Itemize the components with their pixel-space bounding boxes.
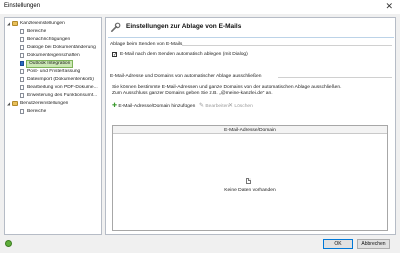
cancel-button[interactable]: Abbrechen <box>357 239 390 249</box>
settings-panel: Einstellungen zur Ablage von E-Mails Abl… <box>105 17 396 235</box>
tree-item-pdf-bearbeitung[interactable]: Bearbeitung von PDF-Dokume... <box>5 84 101 92</box>
wrench-icon <box>111 22 121 32</box>
section-divider <box>182 45 392 46</box>
page-icon <box>20 77 24 82</box>
close-icon[interactable]: ✕ <box>385 1 393 11</box>
collapse-icon[interactable]: ◢ <box>7 21 11 26</box>
outlook-icon <box>20 61 24 66</box>
section-divider <box>278 77 392 78</box>
grid-column-header[interactable]: E-Mail-Adresse/Domain <box>113 126 387 134</box>
tree-item-benachrichtigungen[interactable]: Benachrichtigungen <box>5 36 101 44</box>
folder-icon <box>12 21 18 26</box>
page-icon <box>20 29 24 34</box>
description-line-2: Zum Ausschluss ganzer Domains geben Sie … <box>112 91 273 96</box>
delete-x-icon: ✕ <box>228 103 234 109</box>
tree-item-outlook-integration[interactable]: Outlook Integration <box>5 60 101 68</box>
tree-item-erweiterung[interactable]: Erweiterung des Funktionsumf... <box>5 92 101 100</box>
tree-item-label: Dialoge bei Dokumentänderung <box>27 45 96 50</box>
section-title-senden: Ablage beim Senden von E-Mails <box>110 42 183 47</box>
tree-node-label: Benutzereinstellungen <box>20 101 69 106</box>
tree-item-label: Erweiterung des Funktionsumf... <box>27 93 98 98</box>
tree-item-label: Outlook Integration <box>26 60 74 68</box>
page-icon <box>20 53 24 58</box>
tree-item-label: Benachrichtigungen <box>27 37 71 42</box>
tree-item-label: Dokumenteigenschaften <box>27 53 80 58</box>
delete-label: Löschen <box>234 104 253 109</box>
add-address-label: E-Mail-Adresse/Domain hinzufügen <box>118 104 196 109</box>
auto-ablage-checkbox[interactable]: ✓ <box>112 51 118 58</box>
edit-button[interactable]: ✎ Bearbeiten <box>199 103 229 110</box>
tree-item-dateiimport[interactable]: Dateiimport (Dokumentenkorb) <box>5 76 101 84</box>
tree-item-label: Bearbeitung von PDF-Dokume... <box>27 85 98 90</box>
section-title-ausschliessen: E-Mail-Adresse und Domains von automatis… <box>110 74 262 79</box>
title-bar: Einstellungen ✕ <box>0 0 400 14</box>
tree-node-kanzleieinstellungen[interactable]: ◢ Kanzleieinstellungen <box>5 20 101 28</box>
delete-button[interactable]: ✕ Löschen <box>228 103 253 110</box>
tree-item-label: Bereiche <box>27 109 47 114</box>
collapse-icon[interactable]: ◢ <box>7 101 11 106</box>
column-header-label: E-Mail-Adresse/Domain <box>224 127 276 133</box>
page-icon <box>20 109 24 114</box>
help-icon[interactable] <box>5 240 12 247</box>
page-icon <box>20 93 24 98</box>
page-icon <box>20 69 24 74</box>
window-title: Einstellungen <box>4 3 41 9</box>
page-icon <box>20 85 24 90</box>
panel-title: Einstellungen zur Ablage von E-Mails <box>126 23 242 30</box>
tree-item-label: Bereiche <box>27 29 47 34</box>
add-address-button[interactable]: ✚ E-Mail-Adresse/Domain hinzufügen <box>112 103 195 110</box>
tree-node-label: Kanzleieinstellungen <box>20 21 65 26</box>
page-icon <box>20 45 24 50</box>
ok-button[interactable]: OK <box>323 239 353 249</box>
plus-icon: ✚ <box>112 103 118 109</box>
folder-icon <box>12 101 18 106</box>
tree-item-label: Post- und Fristerfassung <box>27 69 81 74</box>
exclusion-grid[interactable]: E-Mail-Adresse/Domain Keine Daten vorhan… <box>112 125 388 231</box>
tree-item-bereiche[interactable]: Bereiche <box>5 28 101 36</box>
tree-item-user-bereiche[interactable]: Bereiche <box>5 108 101 116</box>
tree-node-benutzereinstellungen[interactable]: ◢ Benutzereinstellungen <box>5 100 101 108</box>
tree-item-label: Dateiimport (Dokumentenkorb) <box>27 77 94 82</box>
header-divider <box>108 37 394 38</box>
tree-item-post-fristerfassung[interactable]: Post- und Fristerfassung <box>5 68 101 76</box>
description-line-1: Sie können bestimmte E-Mail-Adressen und… <box>112 85 342 90</box>
auto-ablage-label[interactable]: E-Mail nach dem Senden automatisch ableg… <box>120 52 248 58</box>
settings-tree: ◢ Kanzleieinstellungen Bereiche Benachri… <box>4 17 102 235</box>
empty-document-icon <box>246 178 251 184</box>
tree-item-dokumenteigenschaften[interactable]: Dokumenteigenschaften <box>5 52 101 60</box>
edit-label: Bearbeiten <box>205 104 230 109</box>
page-icon <box>20 37 24 42</box>
empty-state-text: Keine Daten vorhanden <box>224 188 276 193</box>
checkmark-icon: ✓ <box>113 51 118 58</box>
pencil-icon: ✎ <box>199 103 205 109</box>
tree-item-dialoge[interactable]: Dialoge bei Dokumentänderung <box>5 44 101 52</box>
